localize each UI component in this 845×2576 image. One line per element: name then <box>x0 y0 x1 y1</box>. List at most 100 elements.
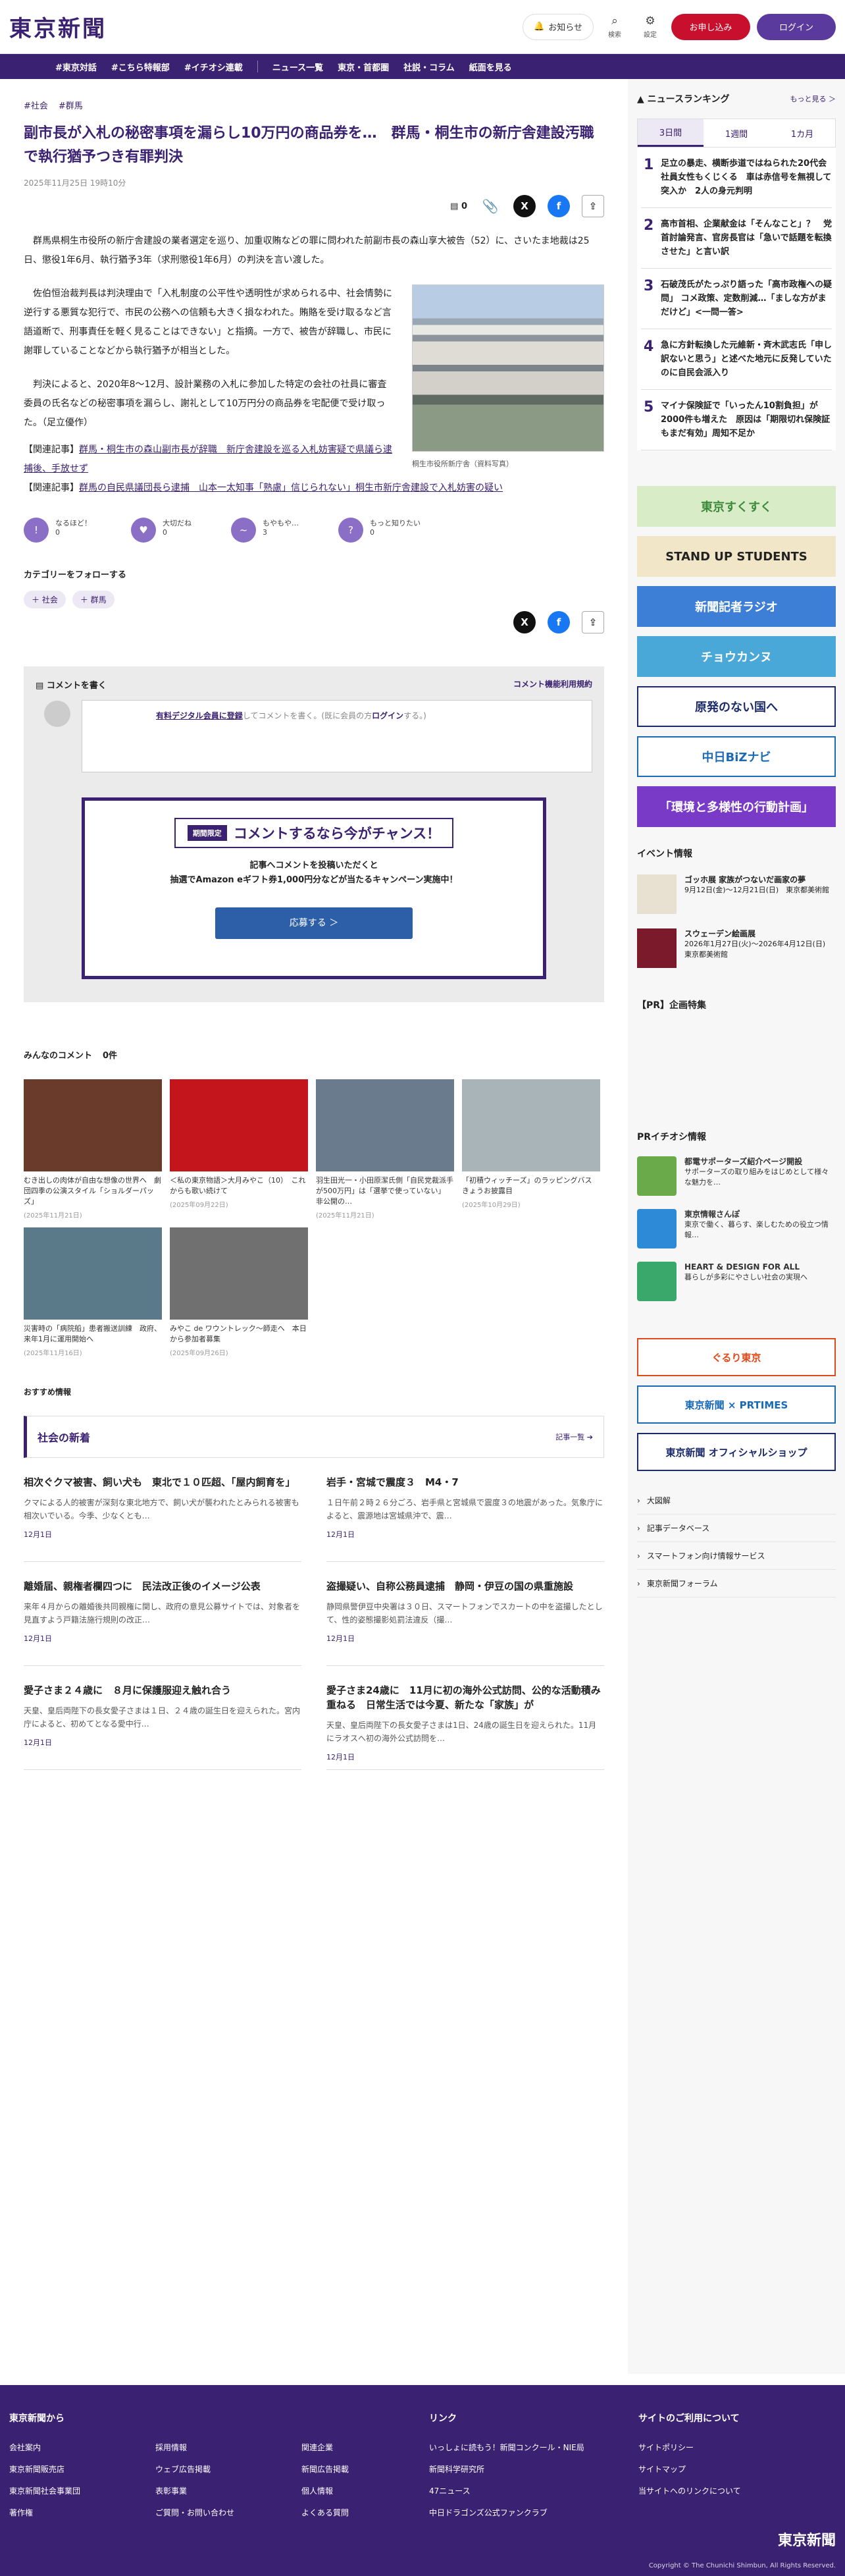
login-link[interactable]: ログイン <box>372 711 403 720</box>
share-icon[interactable]: ⇪ <box>582 611 604 633</box>
nav-editorial[interactable]: 社説・コラム <box>403 61 455 73</box>
banner[interactable]: チョウカンヌ <box>637 636 836 677</box>
footer-link[interactable]: 個人情報 <box>301 2485 437 2496</box>
footer-link[interactable]: 新聞広告掲載 <box>301 2463 437 2475</box>
footer-link[interactable]: 関連企業 <box>301 2442 437 2453</box>
x-share-icon[interactable]: X <box>513 611 536 633</box>
side-link[interactable]: › 東京新聞フォーラム <box>637 1570 836 1597</box>
footer-link[interactable]: 会社案内 <box>9 2442 145 2453</box>
reaction-naruhodo[interactable]: ! なるほど！ 0 <box>24 518 91 543</box>
footer-link[interactable]: 東京新聞社会事業団 <box>9 2485 145 2496</box>
footer-link[interactable]: 47ニュース <box>429 2485 638 2496</box>
nav-taiwa[interactable]: #東京対話 <box>55 61 97 73</box>
news-item[interactable]: 相次ぐクマ被害、飼い犬も 東北で１０匹超、「屋内飼育を」 クマによる人的被害が深刻… <box>24 1458 301 1562</box>
ranking-item[interactable]: 3 石破茂氏がたっぷり語った「高市政権への疑問」 コメ政策、定数削減…「ましな方が… <box>641 269 832 329</box>
footer-link[interactable]: いっしょに読もう！新聞コンクール・NIE局 <box>429 2442 638 2453</box>
banner[interactable]: 新聞記者ラジオ <box>637 586 836 627</box>
reaction-moyamoya[interactable]: ~ もやもや… 3 <box>231 518 299 543</box>
tag-gunma[interactable]: #群馬 <box>59 99 83 111</box>
footer-link[interactable]: サイトポリシー <box>638 2442 741 2453</box>
side-link[interactable]: › 大図解 <box>637 1487 836 1515</box>
ranking-item[interactable]: 2 高市首相、企業献金は「そんなこと」？ 党首討論発言、官房長官は「急いで話題を転… <box>641 208 832 269</box>
ranking-item[interactable]: 4 急に方針転換した元維新・斉木武志氏「申し訳ないと思う」と述べた地元に反発してい… <box>641 329 832 390</box>
clip-icon[interactable]: 📎 <box>479 195 501 217</box>
reaction-motto[interactable]: ? もっと知りたい 0 <box>338 518 421 543</box>
login-button[interactable]: ログイン <box>757 13 836 40</box>
related-link[interactable]: 群馬・桐生市の森山副市長が辞職 新庁舎建設を巡る入札妨害疑で県議ら逮捕後、手放せ… <box>24 444 392 474</box>
footer-link[interactable]: 新聞科学研究所 <box>429 2463 638 2475</box>
nav-ichioshi[interactable]: #イチオシ連載 <box>184 61 243 73</box>
ranking-more-link[interactable]: もっと見る ＞ <box>790 94 836 104</box>
gallery-item[interactable]: 「初積ウィッチーズ」のラッピングバス きょうお披露目 (2025年10月29日) <box>462 1079 600 1220</box>
x-share-icon[interactable]: X <box>513 195 536 217</box>
gallery-item[interactable]: 災害時の「病院船」患者搬送訓練 政府、来年1月に運用開始へ (2025年11月16… <box>24 1227 162 1357</box>
event-item[interactable]: ゴッホ展 家族がつないだ画家の夢 9月12日(金)〜12月21日(日) 東京都美術… <box>637 874 836 914</box>
side-link[interactable]: › スマートフォン向け情報サービス <box>637 1542 836 1570</box>
banner[interactable]: 原発のない国へ <box>637 686 836 727</box>
comment-rules-link[interactable]: コメント機能利用規約 <box>513 678 592 691</box>
gallery-item[interactable]: むき出しの肉体が自由な想像の世界へ 劇団四季の公演スタイル「ショルダーパッズ」 (… <box>24 1079 162 1220</box>
heart-icon: ♥ <box>131 518 156 543</box>
banner[interactable]: 「環境と多様性の行動計画」 <box>637 786 836 827</box>
site-logo[interactable]: 東京新聞 <box>9 11 107 43</box>
banner[interactable]: STAND UP STUDENTS <box>637 536 836 577</box>
event-item[interactable]: スウェーデン絵画展 2026年1月27日(火)〜2026年4月12日(日) 東京都… <box>637 928 836 968</box>
tab-1week[interactable]: 1週間 <box>704 119 769 147</box>
banner[interactable]: 東京すくすく <box>637 486 836 527</box>
pr-item[interactable]: HEART & DESIGN FOR ALL 暮らしが多彩にやさしい社会の実現へ <box>637 1262 836 1301</box>
nav-tokyo[interactable]: 東京・首都圏 <box>338 61 389 73</box>
footer-link[interactable]: サイトマップ <box>638 2463 741 2475</box>
news-item[interactable]: 愛子さま２４歳に ８月に保護服迎え触れ合う 天皇、皇后両陛下の長女愛子さまは１日、… <box>24 1666 301 1770</box>
pr-item[interactable]: 都電サポーターズ紹介ページ開設 サポーターズの取り組みをはじめとして様々な魅力を… <box>637 1156 836 1196</box>
tag-shakai[interactable]: #社会 <box>24 99 48 111</box>
reaction-taisetsu[interactable]: ♥ 大切だね 0 <box>131 518 192 543</box>
news-item[interactable]: 盗撮疑い、自称公務員逮捕 静岡・伊豆の国の県重施設 静岡県警伊豆中央署は３０日、ス… <box>326 1562 604 1666</box>
tab-1month[interactable]: 1カ月 <box>769 119 835 147</box>
pr-banners: ぐるり東京東京新聞 × PRTIMES 東京新聞 オフィシャルショップ <box>637 1338 836 1471</box>
gallery-item[interactable]: ＜私の東京物語＞大月みやこ（10） これからも歌い続けて (2025年09月22日… <box>170 1079 308 1220</box>
apply-button[interactable]: 応募する ＞ <box>215 907 413 939</box>
search-button[interactable]: ⌕ 検索 <box>600 14 629 39</box>
banner[interactable]: 中日BiZナビ <box>637 736 836 777</box>
article-photo[interactable] <box>412 284 604 452</box>
ranking-item[interactable]: 5 マイナ保険証で「いったん10割負担」が2000件も増えた 原因は「期限切れ保険… <box>641 390 832 450</box>
register-link[interactable]: 有料デジタル会員に登録 <box>156 711 243 720</box>
comment-input[interactable]: 有料デジタル会員に登録してコメントを書く。(既に会員の方ログインする。) <box>44 700 592 772</box>
subscribe-button[interactable]: お申し込み <box>671 13 750 40</box>
footer-link[interactable]: 東京新聞販売店 <box>9 2463 145 2475</box>
footer-link[interactable]: ウェブ広告掲載 <box>155 2463 291 2475</box>
footer-link[interactable]: 表彰事業 <box>155 2485 291 2496</box>
footer-link[interactable]: 採用情報 <box>155 2442 291 2453</box>
pr-banner[interactable]: ぐるり東京 <box>637 1338 836 1376</box>
related-link[interactable]: 群馬の自民県議団長ら逮捕 山本一太知事「熟慮」信じられない」桐生市新庁舎建設で入… <box>79 483 503 493</box>
facebook-share-icon[interactable]: f <box>548 195 570 217</box>
follow-gunma[interactable]: ＋ 群馬 <box>72 591 115 608</box>
settings-button[interactable]: ⚙ 設定 <box>636 14 665 39</box>
pr-banner[interactable]: 東京新聞 × PRTIMES <box>637 1385 836 1424</box>
pr-banner[interactable]: 東京新聞 オフィシャルショップ <box>637 1433 836 1471</box>
facebook-share-icon[interactable]: f <box>548 611 570 633</box>
footer-logo[interactable]: 東京新聞 <box>778 2529 836 2550</box>
gallery-item[interactable]: みやこ de ワウントレック〜師走へ 本日から参加者募集 (2025年09月26日… <box>170 1227 308 1357</box>
footer-link[interactable]: よくある質問 <box>301 2507 437 2518</box>
footer-link[interactable]: 中日ドラゴンズ公式ファンクラブ <box>429 2507 638 2518</box>
nav-tokuhobu[interactable]: #こちら特報部 <box>111 61 170 73</box>
side-link[interactable]: › 記事データベース <box>637 1515 836 1542</box>
footer-link[interactable]: ご質問・お問い合わせ <box>155 2507 291 2518</box>
news-item[interactable]: 離婚届、親権者欄四つに 民法改正後のイメージ公表 来年４月からの離婚後共同親権に関… <box>24 1562 301 1666</box>
news-item[interactable]: 愛子さま24歳に 11月に初の海外公式訪問、公的な活動積み重ねる 日常生活では今… <box>326 1666 604 1770</box>
footer-link[interactable]: 当サイトへのリンクについて <box>638 2485 741 2496</box>
footer-link[interactable]: 著作権 <box>9 2507 145 2518</box>
share-icon[interactable]: ⇪ <box>582 195 604 217</box>
notify-button[interactable]: 🔔 お知らせ <box>523 13 594 40</box>
pr-item[interactable]: 東京情報さんぽ 東京で働く、暮らす、楽しむための役立つ情報… <box>637 1209 836 1248</box>
comment-count[interactable]: ▤ 0 <box>450 201 467 211</box>
section-more-link[interactable]: 記事一覧 ➔ <box>555 1432 593 1442</box>
nav-news-list[interactable]: ニュース一覧 <box>272 61 323 73</box>
ranking-item[interactable]: 1 足立の暴走、横断歩道ではねられた20代会社員女性もくじくる 車は赤信号を無視し… <box>641 148 832 208</box>
follow-shakai[interactable]: ＋ 社会 <box>24 591 66 608</box>
tab-3days[interactable]: 3日間 <box>638 119 704 147</box>
nav-paper[interactable]: 紙面を見る <box>469 61 512 73</box>
news-item[interactable]: 岩手・宮城で震度３ M4・7 １日午前２時２６分ごろ、岩手県と宮城県で震度３の地震… <box>326 1458 604 1562</box>
gallery-item[interactable]: 羽生田光一・小田原潔氏側「自民党裁派手が500万円」は「選挙で使っていない」 非… <box>316 1079 454 1220</box>
